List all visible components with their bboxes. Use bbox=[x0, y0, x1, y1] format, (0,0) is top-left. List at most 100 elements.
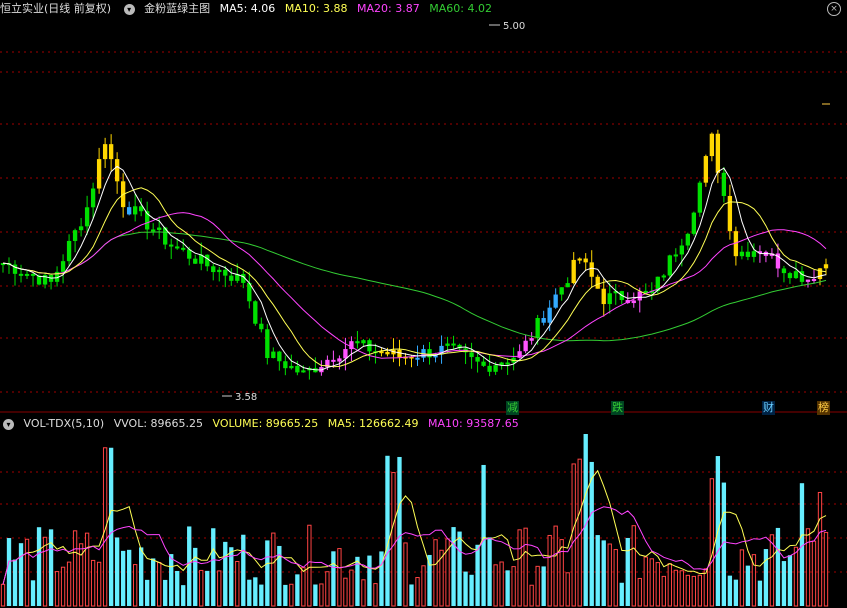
ma5-value: MA5: 4.06 bbox=[219, 2, 276, 15]
volume-bar bbox=[223, 541, 228, 606]
volume-bar bbox=[397, 456, 402, 606]
volume-bar bbox=[235, 560, 240, 607]
volume-bar bbox=[120, 550, 126, 606]
candle-body bbox=[415, 357, 420, 360]
volume-bar bbox=[205, 570, 210, 606]
candle-body bbox=[793, 271, 799, 279]
volume-bar bbox=[217, 570, 222, 607]
event-marker-1[interactable]: 减 bbox=[506, 401, 519, 415]
volume-bar bbox=[805, 528, 811, 607]
volume-bar bbox=[487, 537, 492, 606]
volume-value: VOLUME: 89665.25 bbox=[212, 417, 319, 430]
candle-body bbox=[781, 268, 787, 274]
chevron-down-icon[interactable]: ▾ bbox=[123, 3, 135, 15]
candle-body bbox=[181, 247, 186, 250]
candle-body bbox=[66, 240, 72, 262]
volume-bar bbox=[42, 536, 48, 607]
volume-bar bbox=[241, 534, 246, 606]
candle-body bbox=[90, 188, 96, 208]
volume-indicator-name[interactable]: VOL-TDX(5,10) bbox=[24, 417, 105, 430]
volume-bar bbox=[823, 531, 829, 607]
candle-body bbox=[673, 254, 678, 257]
ma5-line bbox=[2, 165, 827, 371]
volume-bar bbox=[475, 544, 480, 606]
volume-bar bbox=[493, 564, 498, 607]
volume-bar bbox=[253, 577, 258, 606]
volume-bar bbox=[559, 539, 564, 607]
close-icon[interactable]: × bbox=[827, 2, 841, 16]
volume-bar bbox=[469, 574, 474, 606]
volume-header: ▾ VOL-TDX(5,10) VVOL: 89665.25 VOLUME: 8… bbox=[0, 415, 847, 433]
volume-bar bbox=[211, 528, 216, 606]
volume-bar bbox=[697, 574, 703, 607]
volume-bar bbox=[343, 577, 348, 607]
candle-body bbox=[685, 233, 690, 246]
volume-bar bbox=[175, 570, 180, 606]
candle-body bbox=[151, 229, 156, 232]
indicator-name[interactable]: 金粉蓝绿主图 bbox=[144, 2, 210, 15]
volume-bar bbox=[157, 561, 162, 607]
candle-body bbox=[217, 269, 222, 273]
price-header: 恒立实业(日线 前复权) ▾ 金粉蓝绿主图 MA5: 4.06 MA10: 3.… bbox=[0, 0, 847, 18]
candle-body bbox=[132, 206, 138, 215]
candle-body bbox=[72, 230, 78, 241]
candle-body bbox=[469, 352, 474, 358]
candle-body bbox=[721, 172, 727, 196]
volume-bar bbox=[583, 434, 588, 606]
candle-body bbox=[157, 227, 162, 230]
candle-body bbox=[565, 283, 570, 288]
candle-body bbox=[661, 275, 666, 278]
volume-bar bbox=[769, 534, 775, 607]
volume-bar bbox=[619, 582, 624, 606]
volume-bar bbox=[409, 584, 414, 606]
volume-bar bbox=[691, 575, 697, 607]
candle-body bbox=[709, 133, 715, 157]
volume-bar bbox=[733, 579, 739, 606]
candle-body bbox=[607, 293, 612, 305]
event-marker-3[interactable]: 财 bbox=[762, 401, 775, 415]
volume-bar bbox=[535, 565, 540, 607]
stock-title: 恒立实业(日线 前复权) bbox=[0, 2, 112, 15]
high-price-label: 5.00 bbox=[503, 21, 525, 32]
candle-body bbox=[535, 318, 540, 339]
candle-body bbox=[691, 212, 697, 234]
candle-body bbox=[817, 268, 823, 279]
candle-body bbox=[745, 251, 751, 257]
volume-bar bbox=[271, 532, 276, 607]
volume-bar bbox=[54, 571, 60, 607]
volume-bar bbox=[595, 535, 600, 606]
volume-bar bbox=[547, 534, 552, 607]
candle-body bbox=[631, 300, 636, 304]
volume-bar bbox=[259, 584, 264, 606]
volume-bar bbox=[391, 472, 396, 607]
volume-bar bbox=[793, 546, 799, 607]
candle-body bbox=[343, 349, 348, 359]
candle-body bbox=[805, 279, 811, 282]
candle-body bbox=[493, 365, 498, 372]
volume-bar bbox=[24, 538, 30, 607]
volume-bar bbox=[505, 570, 510, 606]
volume-bar bbox=[307, 524, 312, 607]
event-marker-2[interactable]: 跌 bbox=[611, 401, 624, 415]
volume-bar bbox=[361, 579, 366, 607]
volume-bar bbox=[775, 527, 781, 606]
volume-bar bbox=[84, 532, 90, 607]
volume-bar bbox=[655, 562, 660, 607]
candle-body bbox=[385, 351, 390, 355]
candle-body bbox=[541, 318, 546, 323]
volume-bar bbox=[283, 584, 288, 606]
event-marker-4[interactable]: 榜 bbox=[817, 401, 830, 415]
volume-bar bbox=[66, 561, 72, 607]
ma10-line bbox=[2, 187, 827, 368]
volume-bar bbox=[811, 540, 817, 607]
volume-bar bbox=[601, 540, 606, 606]
volume-bar bbox=[96, 561, 102, 607]
volume-bar bbox=[637, 577, 642, 607]
volume-bar bbox=[643, 556, 648, 607]
chevron-down-icon[interactable]: ▾ bbox=[3, 418, 14, 430]
candle-body bbox=[697, 182, 703, 213]
candle-body bbox=[715, 133, 721, 173]
volume-bar bbox=[499, 561, 504, 607]
candle-body bbox=[24, 273, 30, 276]
volume-bar bbox=[649, 558, 654, 607]
